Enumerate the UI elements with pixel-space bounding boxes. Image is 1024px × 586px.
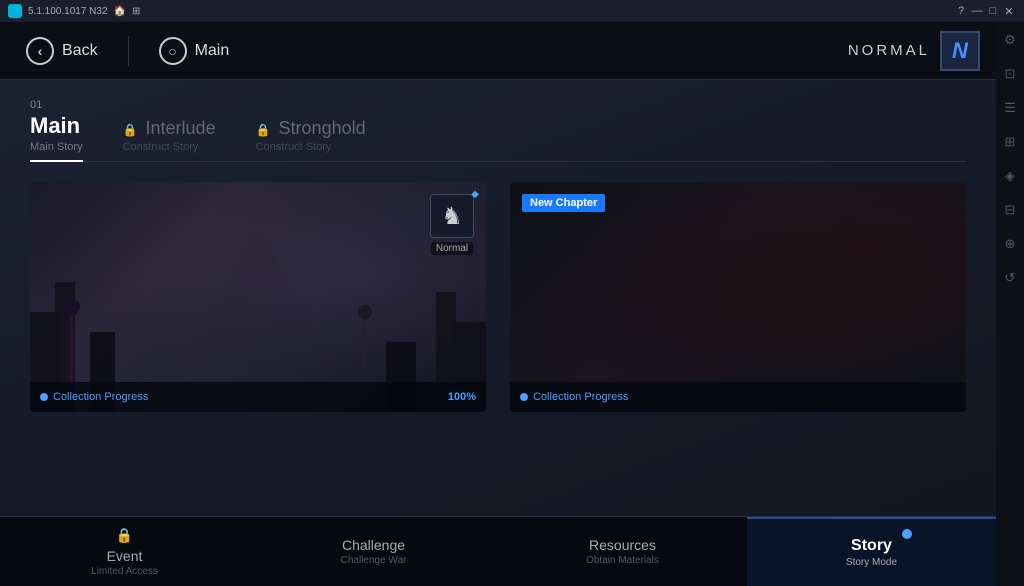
- tab-interlude-label: Interlude: [146, 118, 216, 139]
- help-icon[interactable]: ?: [954, 4, 968, 18]
- sidebar-icon-1[interactable]: ⚙: [1000, 30, 1020, 50]
- chapter-card-1[interactable]: ♞ Normal Collection Progress 100% 01 Gr: [30, 182, 486, 412]
- figure-right: [363, 319, 366, 384]
- challenge-sub: Challenge War: [341, 555, 407, 566]
- chess-piece-icon: ♞: [430, 194, 474, 238]
- window-icon[interactable]: ⊞: [132, 6, 140, 17]
- mode-label: NORMAL: [848, 42, 930, 59]
- back-button[interactable]: ‹ Back: [16, 31, 108, 71]
- event-label: Event: [107, 548, 143, 564]
- window-controls: ? — □ ✕: [954, 4, 1016, 18]
- stronghold-lock-icon: 🔒: [256, 123, 271, 137]
- challenge-label: Challenge: [342, 537, 405, 553]
- collection-label-2: Collection Progress: [533, 391, 628, 403]
- bluestacks-version: 5.1.100.1017 N32: [28, 6, 108, 17]
- tab-stronghold-header: 🔒 Stronghold: [256, 118, 366, 139]
- event-sub: Limited Access: [91, 566, 158, 577]
- story-sub: Story Mode: [846, 557, 897, 568]
- chapter-card-2[interactable]: New Chapter Collection Progress 02 Journ…: [510, 182, 966, 412]
- nav-right: NORMAL N: [848, 31, 980, 71]
- sidebar-icon-2[interactable]: ⊡: [1000, 64, 1020, 84]
- story-dot-icon: [902, 529, 912, 539]
- tab-stronghold-sub: Construct Story: [256, 141, 366, 153]
- event-lock-icon: 🔒: [116, 527, 133, 544]
- triangle-decoration: [178, 227, 338, 367]
- card-bg-1: ♞ Normal Collection Progress 100%: [30, 182, 486, 412]
- tab-stronghold[interactable]: 🔒 Stronghold Construct Story: [256, 116, 366, 161]
- sidebar-icon-8[interactable]: ↺: [1000, 268, 1020, 288]
- tab-stronghold-label: Stronghold: [279, 118, 366, 139]
- bottom-bar: 🔒 Event Limited Access Challenge Challen…: [0, 516, 996, 586]
- bottom-nav-resources[interactable]: Resources Obtain Materials: [498, 517, 747, 586]
- tab-interlude[interactable]: 🔒 Interlude Construct Story: [123, 116, 216, 161]
- card-bg-2: New Chapter Collection Progress: [510, 182, 966, 412]
- nav-separator: [128, 36, 129, 66]
- tab-main-num: 01: [30, 100, 83, 111]
- sidebar-icon-6[interactable]: ⊟: [1000, 200, 1020, 220]
- tab-main-header: Main: [30, 113, 83, 139]
- interlude-lock-icon: 🔒: [123, 123, 138, 137]
- sidebar-icon-4[interactable]: ⊞: [1000, 132, 1020, 152]
- tab-interlude-header: 🔒 Interlude: [123, 118, 216, 139]
- tab-interlude-sub: Construct Story: [123, 141, 216, 153]
- tab-main-sub: Main Story: [30, 141, 83, 153]
- tab-main[interactable]: 01 Main Main Story: [30, 100, 83, 161]
- card-mode-icon: ♞ Normal: [430, 194, 474, 255]
- cards-row: ♞ Normal Collection Progress 100% 01 Gr: [30, 182, 966, 412]
- bottom-nav-story[interactable]: Story Story Mode: [747, 517, 996, 586]
- bluestacks-logo: [8, 4, 22, 18]
- main-area: ‹ Back ○ Main NORMAL N 01 Main Main Stor…: [0, 22, 996, 586]
- n-logo: N: [940, 31, 980, 71]
- card-footer-1: Collection Progress 100%: [30, 382, 486, 412]
- resources-label: Resources: [589, 537, 656, 553]
- resources-sub: Obtain Materials: [586, 555, 659, 566]
- title-bar-left: 5.1.100.1017 N32 🏠 ⊞: [8, 4, 140, 18]
- right-sidebar: ⚙ ⊡ ☰ ⊞ ◈ ⊟ ⊕ ↺: [996, 22, 1024, 586]
- maximize-icon[interactable]: □: [986, 4, 1000, 18]
- sidebar-icon-5[interactable]: ◈: [1000, 166, 1020, 186]
- main-label: Main: [195, 42, 230, 60]
- sidebar-icon-3[interactable]: ☰: [1000, 98, 1020, 118]
- circle-icon: ○: [159, 37, 187, 65]
- main-button[interactable]: ○ Main: [149, 31, 240, 71]
- back-arrow-icon: ‹: [26, 37, 54, 65]
- close-icon[interactable]: ✕: [1002, 4, 1016, 18]
- new-chapter-badge: New Chapter: [522, 194, 605, 212]
- content-area: 01 Main Main Story 🔒 Interlude Construct…: [0, 80, 996, 412]
- title-bar: 5.1.100.1017 N32 🏠 ⊞ ? — □ ✕: [0, 0, 1024, 22]
- minimize-icon[interactable]: —: [970, 4, 984, 18]
- bottom-nav-event[interactable]: 🔒 Event Limited Access: [0, 517, 249, 586]
- top-nav: ‹ Back ○ Main NORMAL N: [0, 22, 996, 80]
- tabs-row: 01 Main Main Story 🔒 Interlude Construct…: [30, 100, 966, 162]
- figure-left: [70, 314, 73, 384]
- story-label: Story: [851, 537, 892, 555]
- progress-dot-1: [40, 393, 48, 401]
- progress-dot-2: [520, 393, 528, 401]
- bottom-nav-challenge[interactable]: Challenge Challenge War: [249, 517, 498, 586]
- sidebar-icon-7[interactable]: ⊕: [1000, 234, 1020, 254]
- collection-label-1: Collection Progress: [53, 391, 148, 403]
- back-label: Back: [62, 42, 98, 60]
- mode-badge: NORMAL N: [848, 31, 980, 71]
- card-mode-label: Normal: [431, 242, 473, 255]
- card-footer-2: Collection Progress: [510, 382, 966, 412]
- collection-progress-2: Collection Progress: [520, 391, 628, 403]
- home-icon[interactable]: 🏠: [114, 6, 126, 17]
- tab-main-label: Main: [30, 113, 80, 139]
- progress-percent-1: 100%: [448, 391, 476, 403]
- collection-progress-1: Collection Progress: [40, 391, 148, 403]
